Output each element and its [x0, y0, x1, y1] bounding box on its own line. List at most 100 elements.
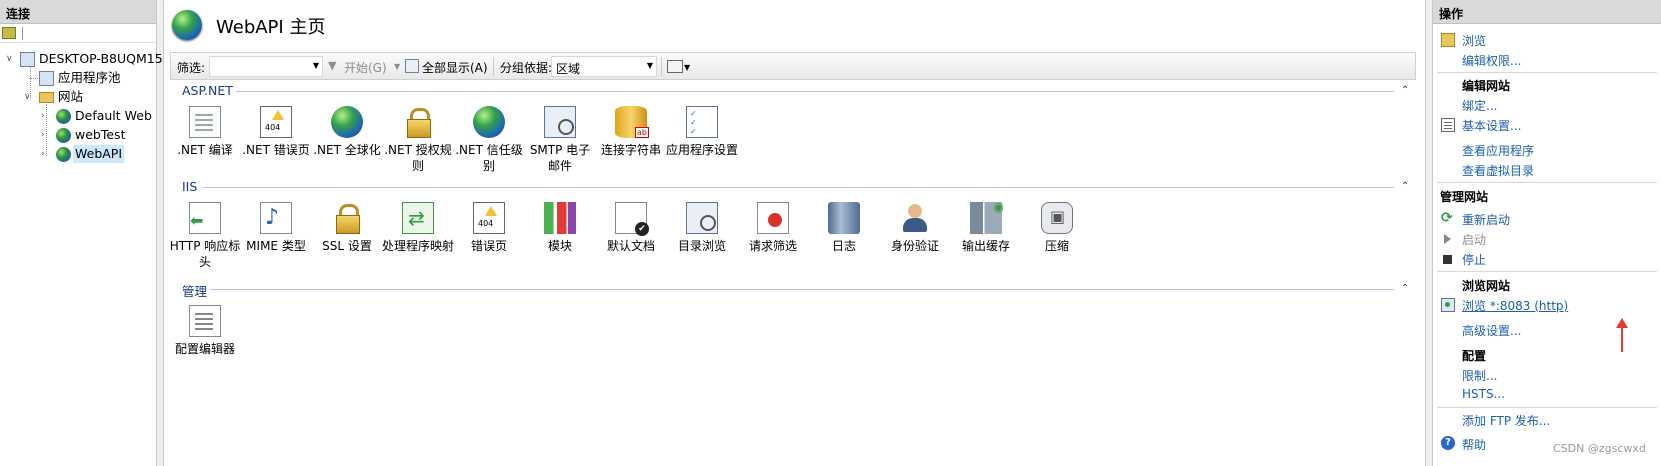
action-restart[interactable]: 重新启动 — [1462, 211, 1510, 228]
group-divider — [210, 289, 1394, 290]
http-headers-icon — [189, 202, 221, 234]
feature-error-pages[interactable]: 错误页 — [453, 202, 525, 254]
action-add-ftp-publishing[interactable]: 添加 FTP 发布... — [1462, 412, 1550, 429]
feature-default-document[interactable]: 默认文档 — [595, 202, 667, 254]
expand-icon[interactable]: › — [41, 150, 49, 159]
group-by-select[interactable]: 区域 ▼ — [551, 56, 657, 77]
folder-icon — [39, 92, 54, 103]
view-mode-icon[interactable] — [667, 60, 683, 73]
auth-rules-icon — [402, 106, 434, 138]
filter-toolbar: 筛选: ▼ ▼ 开始(G) ▼ 全部显示(A) 分组依据: 区域 ▼ ▼ — [170, 52, 1416, 80]
start-dropdown-icon[interactable]: ▼ — [394, 62, 400, 71]
section-manage-site: 管理网站 — [1440, 190, 1489, 204]
action-hsts[interactable]: HSTS... — [1462, 387, 1505, 401]
action-stop[interactable]: 停止 — [1462, 251, 1486, 268]
connect-icon[interactable] — [2, 27, 16, 39]
features-view: WebAPI 主页 筛选: ▼ ▼ 开始(G) ▼ 全部显示(A) 分组依据: … — [163, 0, 1426, 466]
feature-label: .NET 编译 — [177, 143, 233, 157]
feature-request-filtering[interactable]: 请求筛选 — [737, 202, 809, 254]
action-limits[interactable]: 限制... — [1462, 367, 1497, 384]
feature-label: 目录浏览 — [677, 239, 726, 253]
checklist-icon — [686, 106, 718, 138]
feature-app-settings[interactable]: 应用程序设置 — [666, 106, 738, 158]
collapse-group-icon[interactable]: ⌃ — [1401, 181, 1409, 192]
actions-pane: 操作 浏览 编辑权限... 编辑网站 绑定... 基本设置... 查看应用程序 … — [1432, 0, 1661, 466]
collapse-icon[interactable]: ∨ — [6, 55, 14, 64]
show-all-button[interactable]: 全部显示(A) — [422, 59, 488, 76]
feature-modules[interactable]: 模块 — [524, 202, 596, 254]
action-view-virtual-directories[interactable]: 查看虚拟目录 — [1462, 162, 1534, 179]
feature-logging[interactable]: 日志 — [808, 202, 880, 254]
feature-label: .NET 错误页 — [242, 143, 310, 157]
watermark: CSDN @zgscwxd — [1553, 442, 1646, 455]
feature-dotnet-compile[interactable]: .NET 编译 — [169, 106, 241, 158]
user-icon — [899, 202, 931, 234]
view-mode-dropdown-icon[interactable]: ▼ — [684, 63, 690, 72]
section-divider — [1437, 271, 1657, 272]
expand-icon[interactable]: › — [41, 112, 49, 121]
connections-toolbar — [0, 24, 156, 43]
toolbar-separator — [22, 27, 23, 40]
feature-output-caching[interactable]: 输出缓存 — [950, 200, 1022, 254]
feature-dotnet-auth-rules[interactable]: .NET 授权规则 — [382, 106, 454, 174]
group-by-label: 分组依据: — [500, 61, 553, 75]
feature-configuration-editor[interactable]: 配置编辑器 — [169, 305, 241, 357]
collapse-group-icon[interactable]: ⌃ — [1401, 85, 1409, 96]
feature-handler-mappings[interactable]: 处理程序映射 — [382, 202, 454, 254]
feature-label: SSL 设置 — [322, 239, 372, 253]
feature-dotnet-trust-levels[interactable]: .NET 信任级别 — [453, 106, 525, 174]
properties-icon — [1441, 118, 1455, 132]
feature-label: 身份验证 — [890, 239, 939, 253]
feature-smtp-email[interactable]: SMTP 电子邮件 — [524, 106, 596, 174]
page-header: WebAPI 主页 — [164, 0, 1425, 48]
filter-input[interactable]: ▼ — [209, 56, 323, 77]
action-browse-port-8083[interactable]: 浏览 *:8083 (http) — [1462, 297, 1568, 314]
directory-browse-icon — [686, 202, 718, 234]
computer-icon — [20, 52, 35, 67]
start-button[interactable]: 开始(G) — [344, 59, 387, 76]
collapse-group-icon[interactable]: ⌃ — [1401, 283, 1409, 294]
feature-label: HTTP 响应标头 — [169, 239, 241, 269]
action-view-applications[interactable]: 查看应用程序 — [1462, 142, 1534, 159]
action-basic-settings[interactable]: 基本设置... — [1462, 117, 1521, 134]
error-page-icon — [473, 202, 505, 234]
feature-ssl-settings[interactable]: SSL 设置 — [311, 202, 383, 254]
tree-label: webTest — [75, 127, 126, 142]
feature-label: 应用程序设置 — [666, 143, 739, 157]
globe-icon — [56, 147, 71, 162]
default-doc-icon — [615, 202, 649, 236]
dropdown-arrow-icon[interactable]: ▼ — [647, 61, 653, 70]
feature-connection-strings[interactable]: 连接字符串 — [595, 106, 667, 158]
dropdown-arrow-icon[interactable]: ▼ — [313, 61, 319, 70]
group-by-value: 区域 — [556, 62, 581, 76]
feature-dotnet-error-pages[interactable]: .NET 错误页 — [240, 106, 312, 158]
site-globe-icon — [172, 10, 202, 40]
action-browse[interactable]: 浏览 — [1462, 32, 1486, 49]
collapse-icon[interactable]: ∨ — [24, 93, 32, 102]
feature-label: 压缩 — [1044, 239, 1069, 253]
action-help[interactable]: 帮助 — [1462, 436, 1486, 453]
group-header-management: 管理 — [182, 284, 208, 299]
feature-label: 错误页 — [470, 239, 507, 253]
feature-http-response-headers[interactable]: HTTP 响应标头 — [169, 202, 241, 270]
feature-compression[interactable]: 压缩 — [1021, 202, 1093, 254]
filter-label: 筛选: — [177, 61, 206, 75]
feature-authentication[interactable]: 身份验证 — [879, 202, 951, 254]
section-edit-site: 编辑网站 — [1462, 79, 1511, 93]
feature-label: .NET 授权规则 — [384, 143, 452, 173]
group-divider — [236, 91, 1394, 92]
annotation-arrow-icon — [1616, 318, 1628, 352]
feature-dotnet-globalization[interactable]: .NET 全球化 — [311, 106, 383, 158]
action-bindings[interactable]: 绑定... — [1462, 97, 1497, 114]
action-advanced-settings[interactable]: 高级设置... — [1462, 322, 1521, 339]
log-icon — [828, 202, 860, 234]
feature-directory-browsing[interactable]: 目录浏览 — [666, 202, 738, 254]
app-pool-icon — [39, 71, 54, 86]
action-edit-permissions[interactable]: 编辑权限... — [1462, 52, 1521, 69]
feature-mime-types[interactable]: MIME 类型 — [240, 202, 312, 254]
toolbar-separator — [493, 57, 494, 76]
action-start[interactable]: 启动 — [1462, 231, 1486, 248]
expand-icon[interactable]: › — [41, 131, 49, 140]
feature-label: 输出缓存 — [961, 239, 1010, 253]
help-icon: ? — [1441, 436, 1455, 450]
